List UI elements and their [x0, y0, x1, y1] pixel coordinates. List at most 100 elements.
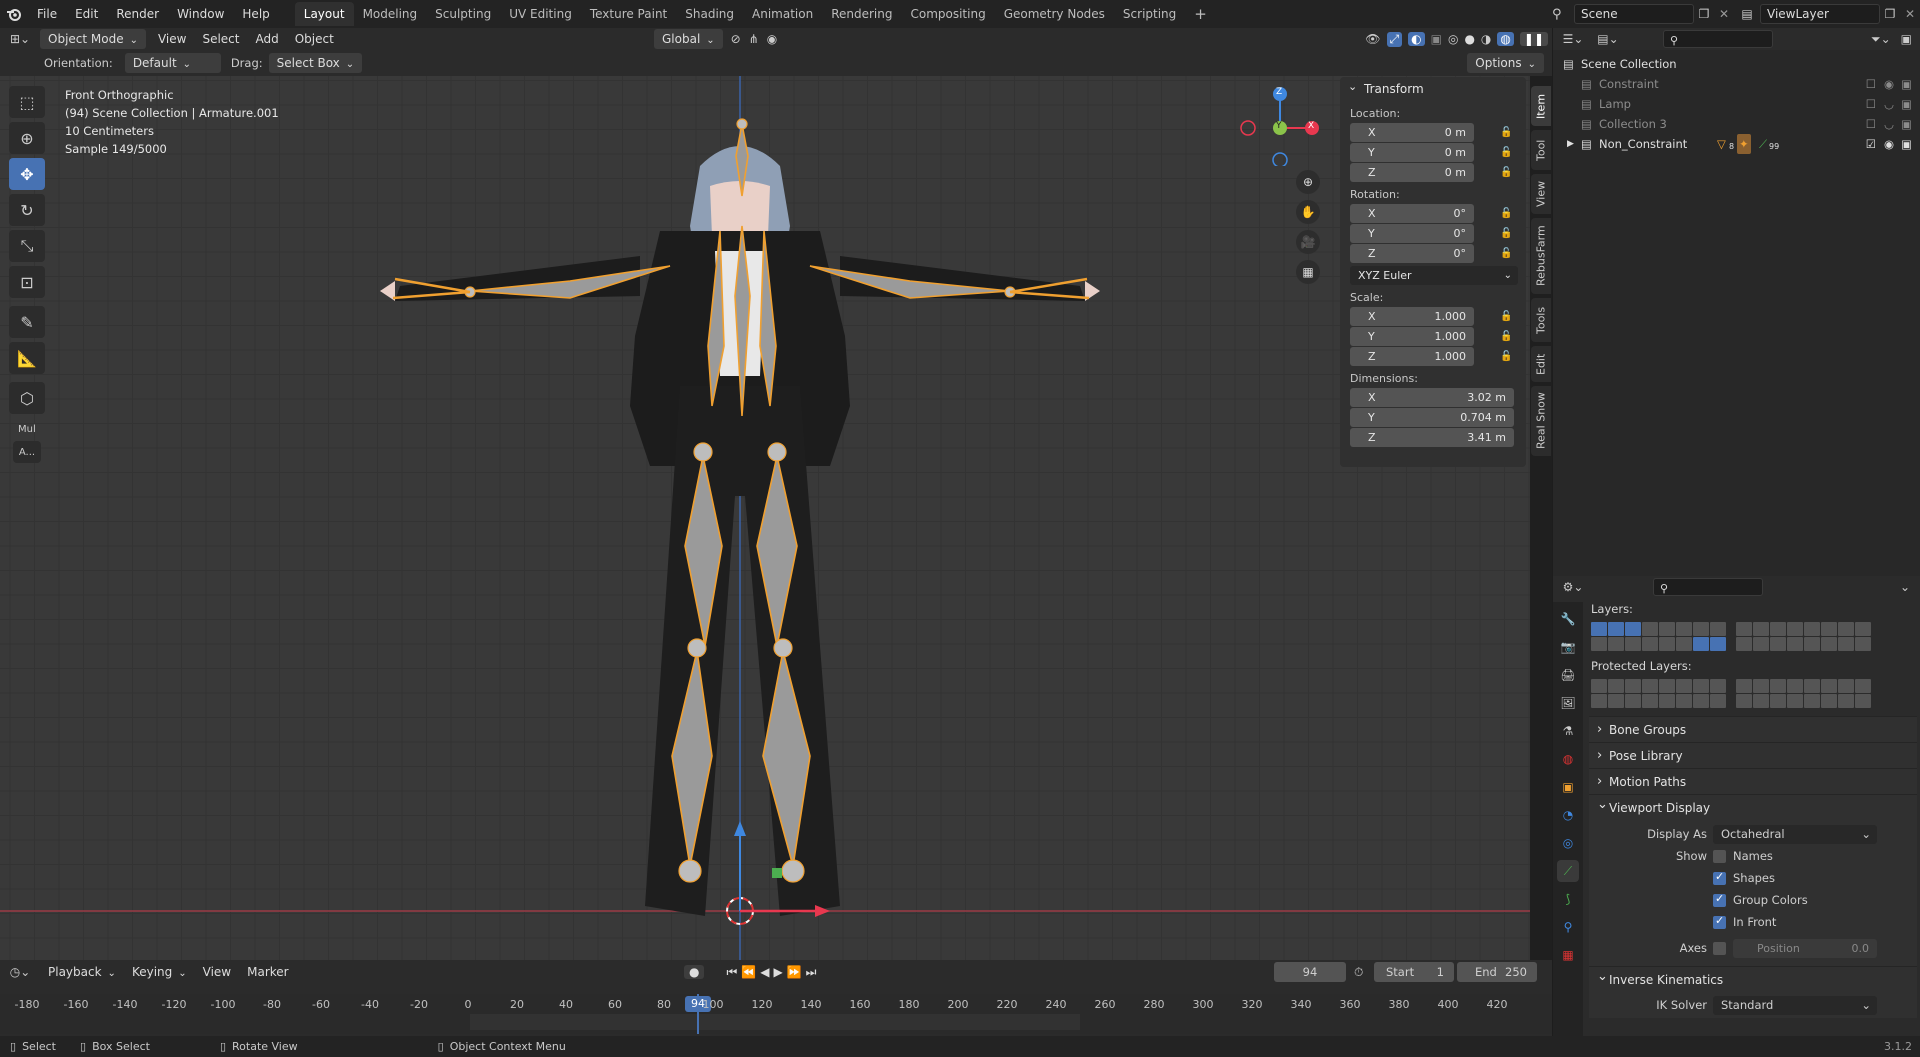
- zoom-icon[interactable]: ⊕: [1296, 170, 1320, 194]
- eye-icon[interactable]: ◉: [1884, 134, 1894, 154]
- layer-cell[interactable]: [1710, 637, 1726, 651]
- bone-tab-icon[interactable]: ⟆: [1557, 888, 1579, 910]
- proportional-edit-icon[interactable]: ◉: [767, 32, 777, 46]
- layer-cell[interactable]: [1821, 694, 1837, 708]
- layer-cell[interactable]: [1642, 637, 1658, 651]
- lock-icon[interactable]: 🔓: [1500, 327, 1514, 342]
- tab-real-snow[interactable]: Real Snow: [1531, 386, 1551, 456]
- transform-tool-icon[interactable]: ⊡: [9, 266, 45, 298]
- annotate-tool-icon[interactable]: ✎: [9, 306, 45, 338]
- pan-hand-icon[interactable]: ✋: [1296, 200, 1320, 224]
- layer-cell[interactable]: [1625, 637, 1641, 651]
- current-frame-field[interactable]: 94: [1274, 962, 1346, 982]
- layer-cell[interactable]: [1608, 637, 1624, 651]
- scene-icon[interactable]: ⚲: [1552, 7, 1574, 22]
- layer-cell[interactable]: [1821, 622, 1837, 636]
- layer-cell[interactable]: [1591, 622, 1607, 636]
- section-viewport-display[interactable]: Viewport Display: [1589, 792, 1917, 820]
- eye-icon[interactable]: ◉: [1884, 74, 1894, 94]
- layer-cell[interactable]: [1855, 679, 1871, 693]
- add-workspace-button[interactable]: +: [1185, 2, 1216, 26]
- show-names-row[interactable]: Show Names: [1589, 846, 1917, 868]
- menu-view[interactable]: View: [150, 29, 194, 49]
- layer-cell[interactable]: [1736, 637, 1752, 651]
- tab-geometry-nodes[interactable]: Geometry Nodes: [995, 2, 1114, 26]
- lock-icon[interactable]: 🔓: [1500, 244, 1514, 259]
- wireframe-shading-icon[interactable]: ◎: [1448, 32, 1458, 46]
- solid-shading-icon[interactable]: ●: [1464, 32, 1474, 46]
- location-x-field[interactable]: X 0 m 🔓: [1350, 123, 1512, 142]
- material-shading-icon[interactable]: ◑: [1481, 32, 1491, 46]
- pause-render-icon[interactable]: ❚❚: [1519, 32, 1548, 46]
- new-scene-icon[interactable]: ❐: [1694, 7, 1714, 21]
- rotation-y-field[interactable]: Y 0° 🔓: [1350, 224, 1512, 243]
- camera-icon[interactable]: ▣: [1901, 134, 1912, 154]
- menu-select[interactable]: Select: [194, 29, 247, 49]
- tab-animation[interactable]: Animation: [743, 2, 822, 26]
- layer-cell[interactable]: [1591, 679, 1607, 693]
- in-front-checkbox[interactable]: [1713, 914, 1726, 929]
- layer-cell[interactable]: [1787, 679, 1803, 693]
- jump-start-icon[interactable]: ⏮: [726, 965, 737, 980]
- layer-cell[interactable]: [1838, 679, 1854, 693]
- scene-field[interactable]: Scene: [1574, 4, 1694, 24]
- section-inverse-kinematics[interactable]: Inverse Kinematics: [1589, 964, 1917, 992]
- 3d-viewport[interactable]: ⬚ ⊕ ✥ ↻ ⤡ ⊡ ✎ 📐 ⬡ Mul A... Front Orthogr…: [0, 76, 1530, 960]
- tab-compositing[interactable]: Compositing: [901, 2, 994, 26]
- rotate-tool-icon[interactable]: ↻: [9, 194, 45, 226]
- layers-grid[interactable]: [1591, 622, 1917, 651]
- delete-view-layer-icon[interactable]: ✕: [1900, 7, 1920, 21]
- location-y-field[interactable]: Y 0 m 🔓: [1350, 143, 1512, 162]
- timeline-ruler[interactable]: 94 -180 -160 -140 -120 -100 -80 -60 -40 -20 0 20 40…: [0, 994, 1552, 1034]
- layer-cell[interactable]: [1753, 622, 1769, 636]
- show-shapes-row[interactable]: Shapes: [1589, 868, 1917, 890]
- camera-view-icon[interactable]: 🎥: [1296, 230, 1320, 254]
- tool-tab-icon[interactable]: 🔧: [1557, 608, 1579, 630]
- tab-rebusfarm[interactable]: RebusFarm: [1531, 218, 1551, 294]
- layer-cell[interactable]: [1676, 637, 1692, 651]
- layer-group-1[interactable]: [1591, 622, 1726, 651]
- tab-shading[interactable]: Shading: [676, 2, 743, 26]
- play-icon[interactable]: ▶: [773, 965, 782, 979]
- properties-editor-icon[interactable]: ⚙⌄: [1553, 580, 1593, 594]
- lock-icon[interactable]: 🔓: [1500, 204, 1514, 219]
- checkbox-icon[interactable]: ☐: [1866, 114, 1876, 134]
- rendered-shading-icon[interactable]: ◍: [1497, 32, 1514, 46]
- tab-rendering[interactable]: Rendering: [822, 2, 901, 26]
- lock-icon[interactable]: 🔓: [1500, 143, 1514, 158]
- visibility-icon[interactable]: 👁: [1365, 32, 1380, 46]
- layer-cell[interactable]: [1659, 622, 1675, 636]
- layer-cell[interactable]: [1693, 637, 1709, 651]
- display-as-dropdown[interactable]: Octahedral ⌄: [1713, 825, 1877, 844]
- layer-cell[interactable]: [1676, 622, 1692, 636]
- scale-tool-icon[interactable]: ⤡: [9, 230, 45, 262]
- menu-object[interactable]: Object: [287, 29, 342, 49]
- layer-cell[interactable]: [1710, 694, 1726, 708]
- protected-group-1[interactable]: [1591, 679, 1726, 708]
- layer-cell[interactable]: [1710, 622, 1726, 636]
- measure-tool-icon[interactable]: 📐: [9, 342, 45, 374]
- layer-cell[interactable]: [1855, 637, 1871, 651]
- checkbox-icon[interactable]: ☐: [1866, 94, 1876, 114]
- play-reverse-icon[interactable]: ◀: [760, 965, 769, 979]
- shapes-checkbox[interactable]: [1713, 870, 1726, 885]
- camera-icon[interactable]: ▣: [1901, 114, 1912, 134]
- layer-cell[interactable]: [1736, 622, 1752, 636]
- layer-cell[interactable]: [1608, 679, 1624, 693]
- dimension-y-field[interactable]: Y 0.704 m: [1350, 408, 1514, 427]
- marker-menu[interactable]: Marker: [239, 962, 296, 982]
- playback-menu[interactable]: Playback: [40, 962, 124, 982]
- physics-tab-icon[interactable]: ◎: [1557, 832, 1579, 854]
- mul-label[interactable]: Mul: [18, 424, 36, 435]
- orientation-dropdown[interactable]: Default: [124, 53, 221, 73]
- new-view-layer-icon[interactable]: ❐: [1880, 7, 1900, 21]
- outliner-row-constraint[interactable]: ▤ Constraint ☐ ◉ ▣: [1553, 74, 1920, 94]
- menu-window[interactable]: Window: [168, 0, 233, 28]
- layer-cell[interactable]: [1770, 622, 1786, 636]
- tab-edit[interactable]: Edit: [1531, 346, 1551, 382]
- scale-z-field[interactable]: Z 1.000 🔓: [1350, 347, 1512, 366]
- outliner-row-lamp[interactable]: ▤ Lamp ☐ ◡ ▣: [1553, 94, 1920, 114]
- section-pose-library[interactable]: Pose Library: [1589, 742, 1917, 769]
- keying-menu[interactable]: Keying: [124, 962, 195, 982]
- section-motion-paths[interactable]: Motion Paths: [1589, 768, 1917, 795]
